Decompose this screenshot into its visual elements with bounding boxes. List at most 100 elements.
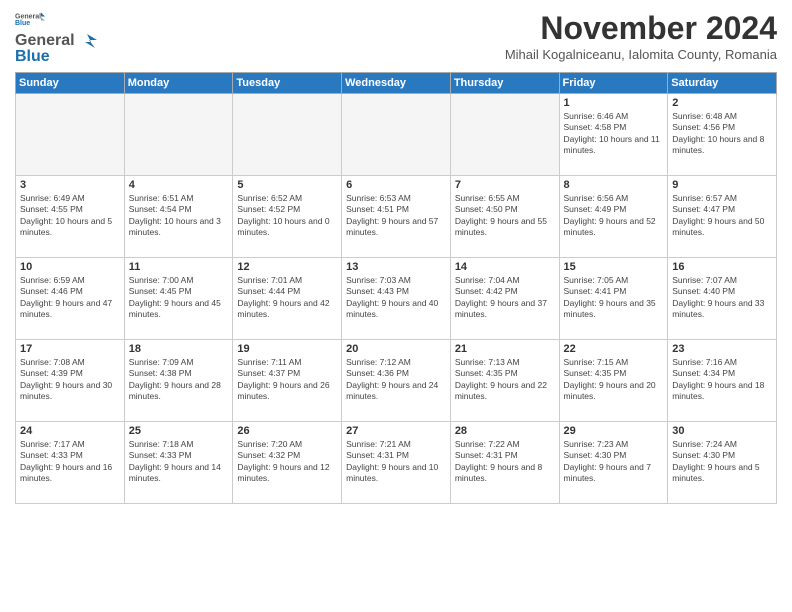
calendar-cell: 10Sunrise: 6:59 AM Sunset: 4:46 PM Dayli…	[16, 258, 125, 340]
calendar-cell: 15Sunrise: 7:05 AM Sunset: 4:41 PM Dayli…	[559, 258, 668, 340]
calendar-header-friday: Friday	[559, 73, 668, 94]
month-title: November 2024	[505, 10, 777, 47]
calendar-week-5: 24 Sunrise: 7:17 AM Sunset: 4:33 PM Dayli…	[16, 422, 777, 504]
day-info: Sunrise: 7:24 AM Sunset: 4:30 PM Dayligh…	[672, 439, 772, 485]
day-number: 17	[20, 343, 120, 355]
day-info: Sunrise: 7:01 AM Sunset: 4:44 PM Dayligh…	[237, 275, 337, 321]
calendar-table: SundayMondayTuesdayWednesdayThursdayFrid…	[15, 72, 777, 504]
day-number: 24	[20, 425, 120, 437]
day-info: Sunrise: 6:51 AM Sunset: 4:54 PM Dayligh…	[129, 193, 229, 239]
calendar-cell: 23Sunrise: 7:16 AM Sunset: 4:34 PM Dayli…	[668, 340, 777, 422]
day-info: Sunrise: 7:13 AM Sunset: 4:35 PM Dayligh…	[455, 357, 555, 403]
day-number: 6	[346, 179, 446, 191]
calendar-cell: 11 Sunrise: 7:00 AM Sunset: 4:45 PM Dayli…	[124, 258, 233, 340]
svg-text:Blue: Blue	[15, 20, 30, 27]
svg-text:General: General	[15, 14, 41, 21]
day-number: 12	[237, 261, 337, 273]
calendar-cell: 1Sunrise: 6:46 AM Sunset: 4:58 PM Daylig…	[559, 94, 668, 176]
day-number: 25	[129, 425, 229, 437]
calendar-cell: 9 Sunrise: 6:57 AM Sunset: 4:47 PM Daylig…	[668, 176, 777, 258]
day-number: 20	[346, 343, 446, 355]
day-info: Sunrise: 7:05 AM Sunset: 4:41 PM Dayligh…	[564, 275, 664, 321]
day-info: Sunrise: 7:20 AM Sunset: 4:32 PM Dayligh…	[237, 439, 337, 485]
day-number: 30	[672, 425, 772, 437]
day-info: Sunrise: 7:08 AM Sunset: 4:39 PM Dayligh…	[20, 357, 120, 403]
calendar-header-tuesday: Tuesday	[233, 73, 342, 94]
calendar-cell: 20 Sunrise: 7:12 AM Sunset: 4:36 PM Dayli…	[342, 340, 451, 422]
calendar-cell	[16, 94, 125, 176]
day-info: Sunrise: 7:23 AM Sunset: 4:30 PM Dayligh…	[564, 439, 664, 485]
day-number: 13	[346, 261, 446, 273]
calendar-cell: 17 Sunrise: 7:08 AM Sunset: 4:39 PM Dayli…	[16, 340, 125, 422]
day-info: Sunrise: 6:55 AM Sunset: 4:50 PM Dayligh…	[455, 193, 555, 239]
day-number: 21	[455, 343, 555, 355]
calendar-cell: 28Sunrise: 7:22 AM Sunset: 4:31 PM Dayli…	[450, 422, 559, 504]
page: General Blue General Blue November 2024 …	[0, 0, 792, 612]
day-info: Sunrise: 7:03 AM Sunset: 4:43 PM Dayligh…	[346, 275, 446, 321]
day-info: Sunrise: 6:56 AM Sunset: 4:49 PM Dayligh…	[564, 193, 664, 239]
day-number: 16	[672, 261, 772, 273]
logo-bird-icon	[75, 30, 97, 52]
day-info: Sunrise: 7:15 AM Sunset: 4:35 PM Dayligh…	[564, 357, 664, 403]
calendar-header-thursday: Thursday	[450, 73, 559, 94]
day-info: Sunrise: 7:00 AM Sunset: 4:45 PM Dayligh…	[129, 275, 229, 321]
calendar-cell: 25 Sunrise: 7:18 AM Sunset: 4:33 PM Dayli…	[124, 422, 233, 504]
calendar-cell: 27Sunrise: 7:21 AM Sunset: 4:31 PM Dayli…	[342, 422, 451, 504]
logo-icon: General Blue	[15, 10, 45, 28]
day-number: 2	[672, 97, 772, 109]
day-number: 29	[564, 425, 664, 437]
day-info: Sunrise: 6:46 AM Sunset: 4:58 PM Dayligh…	[564, 111, 664, 157]
day-info: Sunrise: 6:49 AM Sunset: 4:55 PM Dayligh…	[20, 193, 120, 239]
day-info: Sunrise: 6:59 AM Sunset: 4:46 PM Dayligh…	[20, 275, 120, 321]
day-info: Sunrise: 7:07 AM Sunset: 4:40 PM Dayligh…	[672, 275, 772, 321]
calendar-cell	[450, 94, 559, 176]
calendar-header-wednesday: Wednesday	[342, 73, 451, 94]
calendar-cell: 30 Sunrise: 7:24 AM Sunset: 4:30 PM Dayli…	[668, 422, 777, 504]
calendar-header-sunday: Sunday	[16, 73, 125, 94]
day-number: 18	[129, 343, 229, 355]
calendar-cell: 8 Sunrise: 6:56 AM Sunset: 4:49 PM Daylig…	[559, 176, 668, 258]
calendar-body: 1Sunrise: 6:46 AM Sunset: 4:58 PM Daylig…	[16, 94, 777, 504]
logo: General Blue General Blue	[15, 10, 97, 66]
day-number: 22	[564, 343, 664, 355]
calendar-header-saturday: Saturday	[668, 73, 777, 94]
calendar-cell: 21 Sunrise: 7:13 AM Sunset: 4:35 PM Dayli…	[450, 340, 559, 422]
calendar-cell: 12 Sunrise: 7:01 AM Sunset: 4:44 PM Dayli…	[233, 258, 342, 340]
day-number: 28	[455, 425, 555, 437]
calendar-cell: 13 Sunrise: 7:03 AM Sunset: 4:43 PM Dayli…	[342, 258, 451, 340]
day-number: 27	[346, 425, 446, 437]
logo-blue: Blue	[15, 48, 50, 66]
calendar-cell: 3 Sunrise: 6:49 AM Sunset: 4:55 PM Daylig…	[16, 176, 125, 258]
location-title: Mihail Kogalniceanu, Ialomita County, Ro…	[505, 47, 777, 62]
day-info: Sunrise: 7:18 AM Sunset: 4:33 PM Dayligh…	[129, 439, 229, 485]
day-number: 3	[20, 179, 120, 191]
day-info: Sunrise: 6:48 AM Sunset: 4:56 PM Dayligh…	[672, 111, 772, 157]
calendar-week-2: 3 Sunrise: 6:49 AM Sunset: 4:55 PM Daylig…	[16, 176, 777, 258]
day-info: Sunrise: 7:11 AM Sunset: 4:37 PM Dayligh…	[237, 357, 337, 403]
day-number: 14	[455, 261, 555, 273]
calendar-cell: 7Sunrise: 6:55 AM Sunset: 4:50 PM Daylig…	[450, 176, 559, 258]
calendar-cell	[124, 94, 233, 176]
day-info: Sunrise: 6:53 AM Sunset: 4:51 PM Dayligh…	[346, 193, 446, 239]
day-info: Sunrise: 6:52 AM Sunset: 4:52 PM Dayligh…	[237, 193, 337, 239]
day-number: 19	[237, 343, 337, 355]
calendar-week-1: 1Sunrise: 6:46 AM Sunset: 4:58 PM Daylig…	[16, 94, 777, 176]
day-info: Sunrise: 7:17 AM Sunset: 4:33 PM Dayligh…	[20, 439, 120, 485]
day-info: Sunrise: 6:57 AM Sunset: 4:47 PM Dayligh…	[672, 193, 772, 239]
calendar-cell	[233, 94, 342, 176]
calendar-week-4: 17 Sunrise: 7:08 AM Sunset: 4:39 PM Dayli…	[16, 340, 777, 422]
calendar-cell: 26Sunrise: 7:20 AM Sunset: 4:32 PM Dayli…	[233, 422, 342, 504]
calendar-cell: 2 Sunrise: 6:48 AM Sunset: 4:56 PM Daylig…	[668, 94, 777, 176]
calendar-cell: 18 Sunrise: 7:09 AM Sunset: 4:38 PM Dayli…	[124, 340, 233, 422]
day-info: Sunrise: 7:12 AM Sunset: 4:36 PM Dayligh…	[346, 357, 446, 403]
calendar-week-3: 10Sunrise: 6:59 AM Sunset: 4:46 PM Dayli…	[16, 258, 777, 340]
day-number: 11	[129, 261, 229, 273]
day-number: 8	[564, 179, 664, 191]
calendar-cell: 29 Sunrise: 7:23 AM Sunset: 4:30 PM Dayli…	[559, 422, 668, 504]
day-number: 4	[129, 179, 229, 191]
calendar-cell: 24 Sunrise: 7:17 AM Sunset: 4:33 PM Dayli…	[16, 422, 125, 504]
title-block: November 2024 Mihail Kogalniceanu, Ialom…	[505, 10, 777, 62]
day-info: Sunrise: 7:09 AM Sunset: 4:38 PM Dayligh…	[129, 357, 229, 403]
header: General Blue General Blue November 2024 …	[15, 10, 777, 66]
day-number: 9	[672, 179, 772, 191]
